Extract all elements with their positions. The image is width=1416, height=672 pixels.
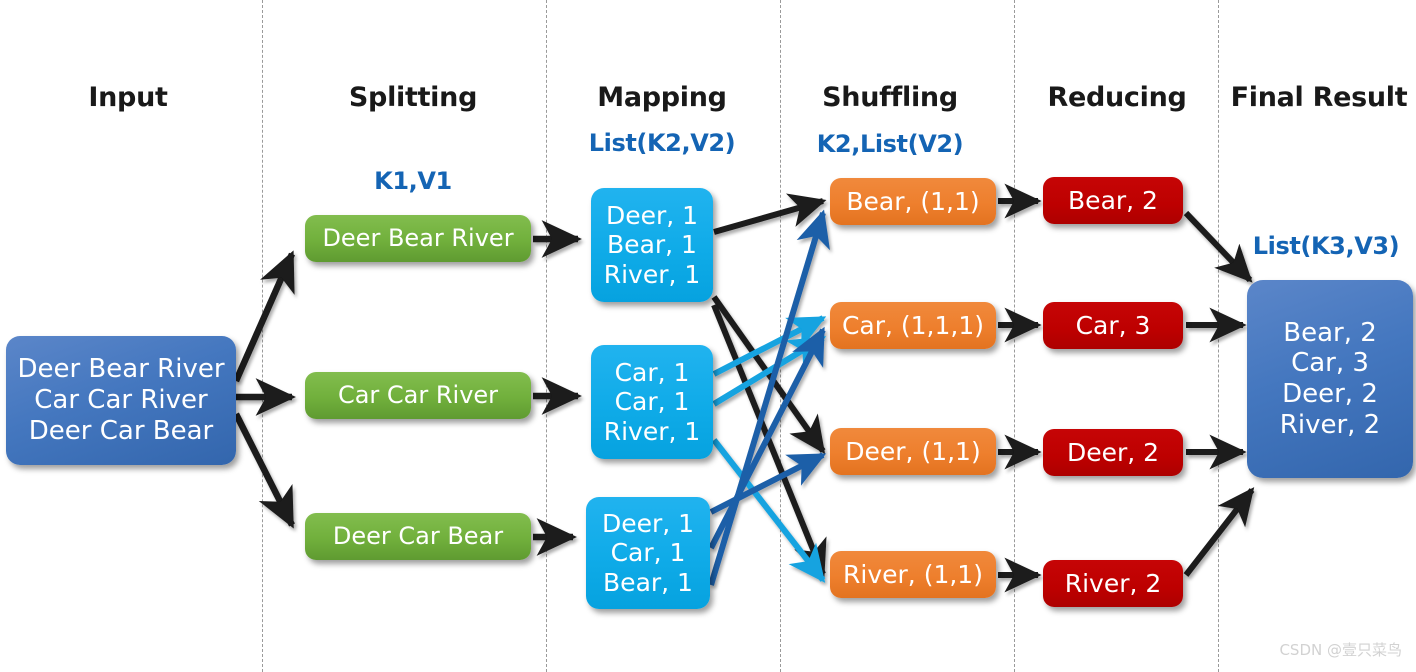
shuffle-box-river: River, (1,1) [830,551,996,598]
split-box-2-label: Car Car River [337,381,499,410]
shuffle-box-car: Car, (1,1,1) [830,302,996,349]
final-result-line-2: Car, 3 [1291,348,1369,379]
map-box-3: Deer, 1 Car, 1 Bear, 1 [586,497,710,609]
map-box-1-line-3: River, 1 [603,259,701,289]
column-divider-1 [262,0,263,672]
reduce-box-car: Car, 3 [1043,302,1183,349]
stage-subtitle-splitting: K1,V1 [374,167,452,195]
stage-title-mapping: Mapping [597,82,727,113]
map-box-1-line-1: Deer, 1 [605,200,699,230]
stage-title-splitting: Splitting [348,82,478,113]
stage-title-final-result: Final Result [1230,82,1408,113]
input-line-1: Deer Bear River [17,354,225,385]
split-box-3-label: Deer Car Bear [332,522,504,551]
final-result-line-3: Deer, 2 [1282,379,1378,409]
map-box-2-line-2: Car, 1 [614,387,690,417]
reduce-box-river-label: River, 2 [1064,568,1162,598]
split-box-2: Car Car River [305,372,531,419]
stage-title-input: Input [88,82,168,113]
watermark: CSDN @壹只菜鸟 [1279,641,1402,659]
shuffle-box-bear: Bear, (1,1) [830,178,996,225]
stage-subtitle-shuffling: K2,List(V2) [816,130,964,158]
stage-title-shuffling: Shuffling [822,82,958,113]
final-result-line-1: Bear, 2 [1283,317,1377,348]
stage-subtitle-final-result: List(K3,V3) [1252,232,1400,260]
reduce-box-car-label: Car, 3 [1075,310,1151,340]
map-box-3-line-3: Bear, 1 [603,567,693,597]
split-box-1: Deer Bear River [305,215,531,262]
map-box-2-line-1: Car, 1 [614,357,690,387]
stage-title-reducing: Reducing [1047,82,1187,113]
map-box-3-line-1: Deer, 1 [601,508,695,538]
map-box-1-line-2: Bear, 1 [607,230,697,260]
mapreduce-diagram: Input Splitting K1,V1 Mapping List(K2,V2… [0,0,1416,672]
map-box-3-line-2: Car, 1 [610,538,686,568]
split-box-1-label: Deer Bear River [322,224,514,253]
column-divider-5 [1218,0,1219,672]
shuffle-box-car-label: Car, (1,1,1) [841,310,985,340]
input-line-3: Deer Car Bear [28,415,214,446]
reduce-box-bear-label: Bear, 2 [1068,185,1158,215]
shuffle-box-deer: Deer, (1,1) [830,428,996,475]
reduce-box-deer: Deer, 2 [1043,429,1183,476]
input-line-2: Car Car River [34,385,208,416]
column-divider-2 [546,0,547,672]
input-box: Deer Bear River Car Car River Deer Car B… [6,336,236,465]
map-box-2: Car, 1 Car, 1 River, 1 [591,345,713,459]
split-box-3: Deer Car Bear [305,513,531,560]
map-box-1: Deer, 1 Bear, 1 River, 1 [591,188,713,302]
shuffle-box-bear-label: Bear, (1,1) [846,186,980,216]
shuffle-box-river-label: River, (1,1) [843,559,983,589]
map-box-2-line-3: River, 1 [603,416,701,446]
stage-subtitle-mapping: List(K2,V2) [588,129,736,157]
final-result-line-4: River, 2 [1279,409,1381,440]
shuffle-box-deer-label: Deer, (1,1) [845,436,981,466]
reduce-box-bear: Bear, 2 [1043,177,1183,224]
reduce-box-river: River, 2 [1043,560,1183,607]
column-divider-4 [1014,0,1015,672]
column-divider-3 [780,0,781,672]
final-result-box: Bear, 2 Car, 3 Deer, 2 River, 2 [1247,280,1413,478]
reduce-box-deer-label: Deer, 2 [1066,437,1160,467]
